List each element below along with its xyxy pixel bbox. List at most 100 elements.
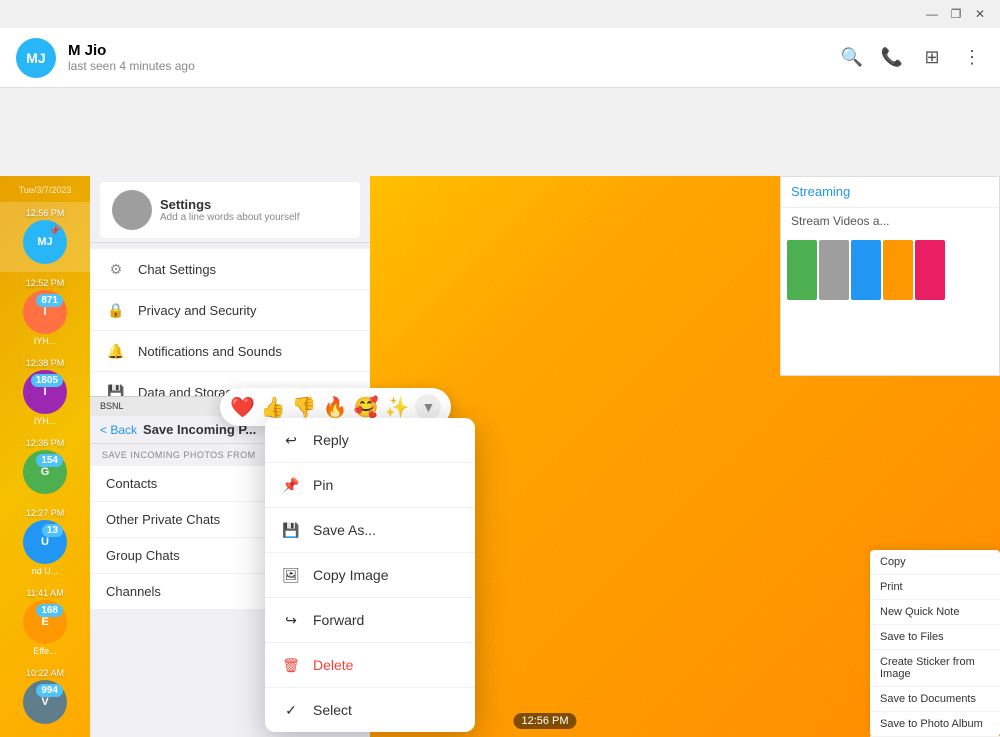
search-icon[interactable]: 🔍 xyxy=(840,46,864,70)
call-icon[interactable]: 📞 xyxy=(880,46,904,70)
copy-image-icon: 🖼 xyxy=(281,565,301,585)
bar-5 xyxy=(915,240,945,300)
list-item[interactable]: 12:52 PM I 871 IYH... xyxy=(0,272,90,352)
settings-item-chats[interactable]: ⚙ Chat Settings xyxy=(90,249,370,290)
save-icon: 💾 xyxy=(281,520,301,540)
titlebar: — ❐ ✕ xyxy=(0,0,1000,28)
unread-badge: 154 xyxy=(36,454,63,467)
bar-1 xyxy=(787,240,817,300)
copy-image-label: Copy Image xyxy=(313,567,388,583)
header-info: M Jio last seen 4 minutes ago xyxy=(68,42,840,73)
streaming-header: Streaming xyxy=(781,177,999,208)
reply-icon: ↩ xyxy=(281,430,301,450)
delete-icon: 🗑 xyxy=(281,655,301,675)
unread-badge: 168 xyxy=(36,604,63,617)
chat-header: MJ M Jio last seen 4 minutes ago 🔍 📞 ⊞ ⋮ xyxy=(0,28,1000,88)
columns-icon[interactable]: ⊞ xyxy=(920,46,944,70)
streaming-subtitle: Stream Videos a... xyxy=(781,208,999,234)
avatar-container: V 994 xyxy=(23,680,67,726)
profile-text: Settings Add a line words about yourself xyxy=(160,197,300,223)
maximize-button[interactable]: ❐ xyxy=(944,2,968,26)
date-label: Tue/3/7/2023 xyxy=(0,176,90,202)
emoji-thumbsup[interactable]: 👍 xyxy=(261,395,286,420)
ctx-save-docs[interactable]: Save to Documents xyxy=(870,687,1000,712)
emoji-heart[interactable]: ❤️ xyxy=(230,395,255,420)
right-context-menu: Copy Print New Quick Note Save to Files … xyxy=(870,550,1000,737)
settings-item-privacy[interactable]: 🔒 Privacy and Security xyxy=(90,290,370,331)
time-badge: 12:56 PM xyxy=(513,713,576,729)
reply-label: Reply xyxy=(313,432,349,448)
more-icon[interactable]: ⋮ xyxy=(960,46,984,70)
emoji-thumbsdown[interactable]: 👎 xyxy=(292,395,317,420)
time-badge-container: 12:56 PM xyxy=(513,713,576,729)
unread-badge: 994 xyxy=(36,684,63,697)
bar-4 xyxy=(883,240,913,300)
settings-item-notifications[interactable]: 🔔 Notifications and Sounds xyxy=(90,331,370,372)
unread-badge: 13 xyxy=(42,524,63,537)
ctx-save-album[interactable]: Save to Photo Album xyxy=(870,712,1000,737)
avatar-container: I 871 xyxy=(23,290,67,336)
unread-badge: 1805 xyxy=(31,374,63,387)
context-save-as[interactable]: 💾 Save As... xyxy=(265,508,475,552)
ctx-sticker[interactable]: Create Sticker from Image xyxy=(870,650,1000,687)
context-select[interactable]: ✓ Select xyxy=(265,688,475,732)
list-item[interactable]: 12:38 PM I 1805 IYH... xyxy=(0,352,90,432)
header-actions: 🔍 📞 ⊞ ⋮ xyxy=(840,46,984,70)
list-item[interactable]: 12:27 PM U 13 nd U... xyxy=(0,502,90,582)
avatar-container: E 168 xyxy=(23,600,67,646)
settings-top: Settings Add a line words about yourself xyxy=(90,176,370,243)
avatar-container: I 1805 xyxy=(23,370,67,416)
ctx-quick-note[interactable]: New Quick Note xyxy=(870,600,1000,625)
emoji-fire[interactable]: 🔥 xyxy=(323,395,348,420)
list-item[interactable]: 11:41 AM E 168 Effe... xyxy=(0,582,90,662)
profile-row: Settings Add a line words about yourself xyxy=(100,182,360,238)
emoji-more-button[interactable]: ▼ xyxy=(415,394,441,420)
chat-settings-icon: ⚙ xyxy=(106,259,126,279)
forward-label: Forward xyxy=(313,612,364,628)
chat-item-active[interactable]: 12:56 PM MJ 📌 xyxy=(0,202,90,272)
save-as-label: Save As... xyxy=(313,522,376,538)
select-label: Select xyxy=(313,702,352,718)
chat-list: Tue/3/7/2023 12:56 PM MJ 📌 12:52 PM I 87… xyxy=(0,176,90,737)
minimize-button[interactable]: — xyxy=(920,2,944,26)
main-area: Tue/3/7/2023 12:56 PM MJ 📌 12:52 PM I 87… xyxy=(0,88,1000,737)
context-forward[interactable]: ↪ Forward xyxy=(265,598,475,642)
context-copy-image[interactable]: 🖼 Copy Image xyxy=(265,553,475,597)
streaming-panel: Streaming Stream Videos a... xyxy=(780,176,1000,376)
back-button[interactable]: < Back xyxy=(100,423,137,437)
chat-background: Settings Add a line words about yourself… xyxy=(90,176,1000,737)
list-item[interactable]: 10:22 AM V 994 xyxy=(0,662,90,732)
emoji-sparkles[interactable]: ✨ xyxy=(385,395,410,420)
pin-icon: 📌 xyxy=(49,226,61,237)
chat-name: M Jio xyxy=(68,42,840,59)
context-pin[interactable]: 📌 Pin xyxy=(265,463,475,507)
list-item[interactable]: 7:33 AM V 84 Voice... xyxy=(0,732,90,737)
avatar-container: MJ 📌 xyxy=(23,220,67,266)
context-reply[interactable]: ↩ Reply xyxy=(265,418,475,462)
emoji-love[interactable]: 🥰 xyxy=(354,395,379,420)
pin-label: Pin xyxy=(313,477,333,493)
ctx-print[interactable]: Print xyxy=(870,575,1000,600)
ctx-copy[interactable]: Copy xyxy=(870,550,1000,575)
pin-icon: 📌 xyxy=(281,475,301,495)
context-menu: ↩ Reply 📌 Pin 💾 Save As... 🖼 Copy Image … xyxy=(265,418,475,732)
privacy-icon: 🔒 xyxy=(106,300,126,320)
bar-2 xyxy=(819,240,849,300)
close-button[interactable]: ✕ xyxy=(968,2,992,26)
delete-label: Delete xyxy=(313,657,353,673)
profile-bio: Add a line words about yourself xyxy=(160,212,300,223)
unread-badge: 871 xyxy=(36,294,63,307)
context-delete[interactable]: 🗑 Delete xyxy=(265,643,475,687)
profile-avatar xyxy=(112,190,152,230)
bar-3 xyxy=(851,240,881,300)
forward-icon: ↪ xyxy=(281,610,301,630)
avatar-container: G 154 xyxy=(23,450,67,496)
profile-name: Settings xyxy=(160,197,300,212)
carrier-label: BSNL xyxy=(100,401,124,412)
select-icon: ✓ xyxy=(281,700,301,720)
ctx-save-files[interactable]: Save to Files xyxy=(870,625,1000,650)
avatar-container: U 13 xyxy=(23,520,67,566)
streaming-bars xyxy=(781,234,999,306)
list-item[interactable]: 12:36 PM G 154 xyxy=(0,432,90,502)
streaming-title: Streaming xyxy=(791,184,850,199)
